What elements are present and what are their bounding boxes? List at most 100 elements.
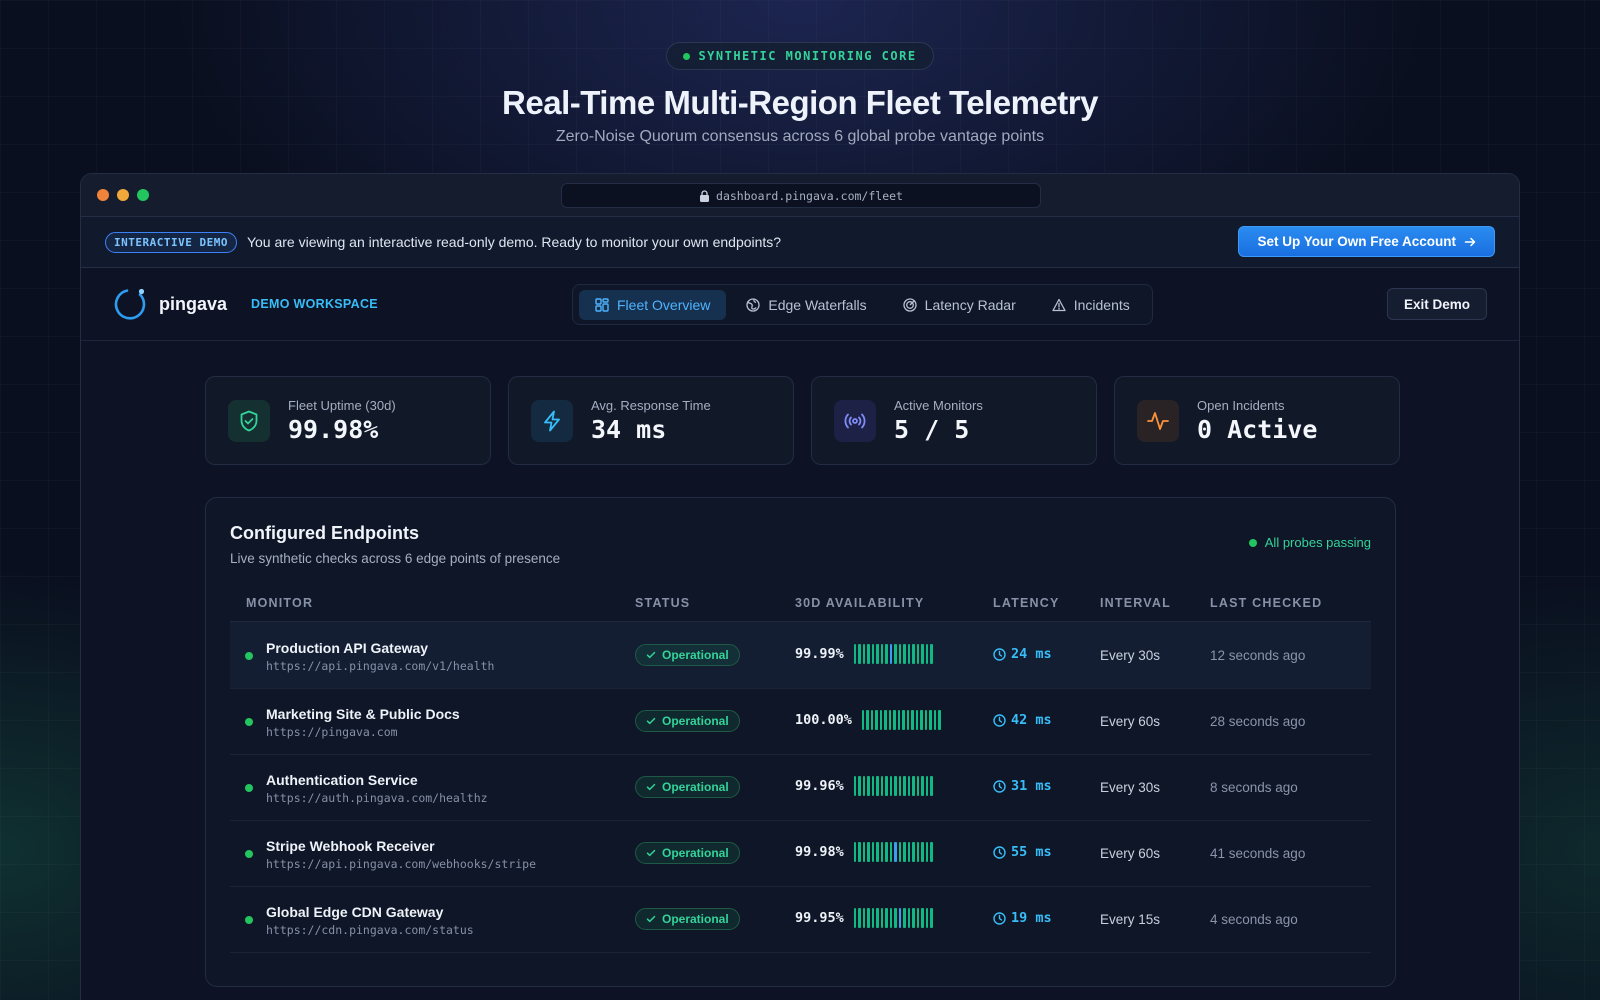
latency: 31 ms xyxy=(993,778,1052,794)
availability-bar xyxy=(858,644,861,664)
clock-icon xyxy=(993,713,1006,727)
availability-bar xyxy=(858,776,861,796)
page-subtitle: Zero-Noise Quorum consensus across 6 glo… xyxy=(555,128,1045,145)
page-title: Real-Time Multi-Region Fleet Telemetry xyxy=(502,84,1098,121)
arrow-right-icon xyxy=(1464,237,1476,246)
monitor-name: Stripe Webhook Receiver xyxy=(266,838,435,854)
status-badge: Operational xyxy=(635,908,740,930)
clock-icon xyxy=(993,845,1006,859)
availability-bar xyxy=(912,644,915,664)
availability-bar xyxy=(885,776,888,796)
latency-value: 31 ms xyxy=(1011,778,1052,794)
availability-bar xyxy=(920,710,923,730)
radar-icon xyxy=(903,297,917,312)
table-row[interactable]: Stripe Webhook Receiver https://api.ping… xyxy=(230,820,1371,887)
last-checked: 4 seconds ago xyxy=(1210,912,1298,927)
close-dot[interactable] xyxy=(97,189,109,201)
availability-bar xyxy=(862,908,866,928)
table-row[interactable]: Authentication Service https://auth.ping… xyxy=(230,754,1371,821)
availability-value: 99.95% xyxy=(795,910,844,926)
column-header[interactable]: STATUS xyxy=(635,596,690,610)
status-dot xyxy=(1248,538,1257,547)
hero-pill-label: SYNTHETIC MONITORING CORE xyxy=(698,49,917,63)
availability-bar xyxy=(907,842,911,862)
status-label: Operational xyxy=(662,846,729,860)
stat-card-incidents: Open Incidents 0 Active xyxy=(1114,376,1400,465)
stat-value: 34 ms xyxy=(591,414,667,444)
availability-bar xyxy=(903,644,906,664)
column-header[interactable]: LAST CHECKED xyxy=(1210,596,1322,610)
tab-fleet-overview[interactable]: Fleet Overview xyxy=(579,289,727,320)
clock-icon xyxy=(993,647,1006,661)
availability-bar xyxy=(898,776,902,796)
tab-incidents[interactable]: Incidents xyxy=(1036,290,1146,320)
monitor-url: https://api.pingava.com/webhooks/stripe xyxy=(266,857,537,871)
interval: Every 60s xyxy=(1100,714,1161,729)
availability-bar xyxy=(880,776,884,796)
signup-button-label: Set Up Your Own Free Account xyxy=(1257,234,1456,249)
probe-status-label: All probes passing xyxy=(1264,535,1371,550)
availability-bar xyxy=(888,710,892,730)
warning-icon xyxy=(1052,298,1066,311)
stat-card-response-time: Avg. Response Time 34 ms xyxy=(508,376,794,465)
tab-latency-radar[interactable]: Latency Radar xyxy=(887,290,1032,320)
availability-bar xyxy=(885,842,888,862)
availability-bar xyxy=(907,776,911,796)
availability-bar xyxy=(894,842,897,862)
tab-label: Fleet Overview xyxy=(617,296,711,313)
hero-pill: SYNTHETIC MONITORING CORE xyxy=(666,42,934,70)
tab-label: Latency Radar xyxy=(924,296,1016,313)
latency: 42 ms xyxy=(993,712,1052,728)
availability-bar xyxy=(912,776,915,796)
availability-bar xyxy=(903,842,906,862)
minimize-dot[interactable] xyxy=(117,189,129,201)
url-text: dashboard.pingava.com/fleet xyxy=(716,188,903,203)
status-dot xyxy=(245,850,253,858)
availability-bar xyxy=(903,908,906,928)
address-bar[interactable]: dashboard.pingava.com/fleet xyxy=(561,183,1041,208)
stat-card-monitors: Active Monitors 5 / 5 xyxy=(811,376,1097,465)
availability-bar xyxy=(853,842,857,862)
latency: 55 ms xyxy=(993,844,1052,860)
tab-label: Incidents xyxy=(1073,296,1130,313)
panel-subtitle: Live synthetic checks across 6 edge poin… xyxy=(230,551,561,566)
panel-title: Configured Endpoints xyxy=(230,523,419,543)
availability-bar xyxy=(916,908,920,928)
column-header[interactable]: MONITOR xyxy=(246,596,313,610)
availability-bar xyxy=(885,908,888,928)
stat-label: Open Incidents xyxy=(1197,397,1285,413)
availability-bar xyxy=(853,644,857,664)
status-dot xyxy=(683,52,691,60)
lightning-icon xyxy=(531,399,573,442)
availability-bar xyxy=(880,908,884,928)
latency-value: 24 ms xyxy=(1011,646,1052,662)
availability-bar xyxy=(884,710,887,730)
table-row[interactable]: Production API Gateway https://api.pinga… xyxy=(230,622,1371,689)
availability-sparkline xyxy=(853,842,933,862)
signup-button[interactable]: Set Up Your Own Free Account xyxy=(1238,226,1495,257)
availability-bar xyxy=(938,710,941,730)
availability-bar xyxy=(867,776,870,796)
monitor-url: https://cdn.pingava.com/status xyxy=(266,923,474,937)
exit-demo-button[interactable]: Exit Demo xyxy=(1386,288,1487,320)
availability-bar xyxy=(930,908,933,928)
maximize-dot[interactable] xyxy=(137,189,149,201)
table-row[interactable]: Marketing Site & Public Docs https://pin… xyxy=(230,688,1371,755)
stat-value: 0 Active xyxy=(1197,414,1318,444)
tab-edge-waterfalls[interactable]: Edge Waterfalls xyxy=(730,290,882,320)
availability-bar xyxy=(870,710,874,730)
column-header[interactable]: INTERVAL xyxy=(1100,596,1171,610)
stat-value: 99.98% xyxy=(288,414,379,444)
status-label: Operational xyxy=(662,714,729,728)
last-checked: 12 seconds ago xyxy=(1210,648,1306,663)
stat-label: Active Monitors xyxy=(894,397,983,413)
availability-sparkline xyxy=(853,644,933,664)
column-header[interactable]: LATENCY xyxy=(993,596,1060,610)
column-header[interactable]: 30D AVAILABILITY xyxy=(795,596,924,610)
table-row[interactable]: Global Edge CDN Gateway https://cdn.ping… xyxy=(230,886,1371,953)
monitor-name: Authentication Service xyxy=(266,772,418,788)
endpoints-panel: Configured Endpoints Live synthetic chec… xyxy=(205,497,1396,987)
availability-bar xyxy=(876,776,879,796)
brand[interactable]: pingava DEMO WORKSPACE xyxy=(113,286,378,322)
check-icon xyxy=(646,783,656,791)
